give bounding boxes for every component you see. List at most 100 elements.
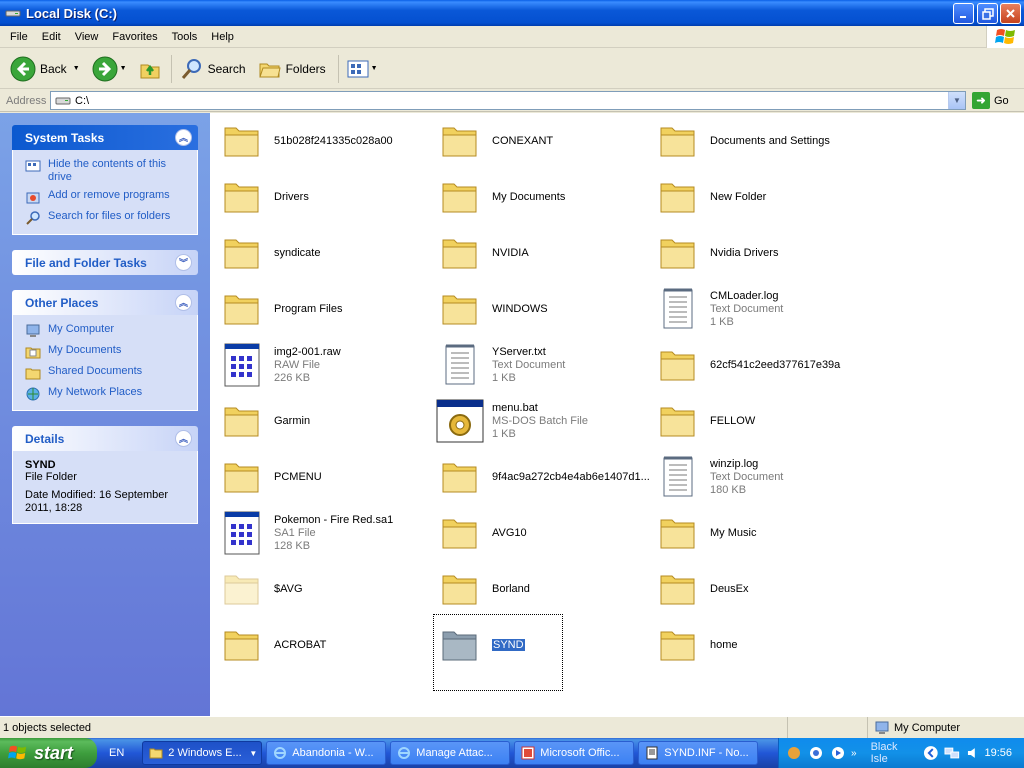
expand-chevron-icon[interactable]: ︾ [175, 254, 192, 271]
back-dropdown-icon[interactable]: ▼ [73, 65, 80, 72]
folder-icon [654, 397, 702, 445]
collapse-chevron-icon[interactable]: ︽ [175, 129, 192, 146]
other-places-header[interactable]: Other Places ︽ [12, 290, 198, 315]
file-item-avg10[interactable]: AVG10 [436, 508, 651, 558]
file-name: menu.bat [492, 401, 538, 414]
file-item-my-music[interactable]: My Music [654, 508, 869, 558]
file-item-garmin[interactable]: Garmin [218, 396, 433, 446]
folder-icon [218, 173, 266, 221]
taskbar-item-manage-attachments[interactable]: Manage Attac... [390, 741, 511, 765]
file-name: syndicate [274, 246, 321, 259]
menu-view[interactable]: View [68, 27, 106, 47]
taskbar-item-notepad[interactable]: SYND.INF - No... [638, 741, 759, 765]
my-network-places-link[interactable]: My Network Places [25, 386, 187, 402]
title-bar[interactable]: Local Disk (C:) [0, 0, 1024, 26]
folder-icon [436, 565, 484, 613]
start-button[interactable]: start [0, 738, 97, 768]
language-indicator[interactable]: EN [109, 747, 124, 759]
file-size: 180 KB [710, 483, 747, 496]
collapse-chevron-icon[interactable]: ︽ [175, 430, 192, 447]
tray-collapse-icon[interactable] [923, 745, 939, 761]
collapse-chevron-icon[interactable]: ︽ [175, 294, 192, 311]
my-documents-link[interactable]: My Documents [25, 344, 187, 360]
clock[interactable]: 19:56 [984, 747, 1012, 759]
search-files-link[interactable]: Search for files or folders [25, 210, 187, 226]
views-button[interactable]: ▼ [343, 52, 386, 86]
details-header[interactable]: Details ︽ [12, 426, 198, 451]
network-icon[interactable] [944, 745, 960, 761]
file-item-program-files[interactable]: Program Files [218, 284, 433, 334]
file-item-avg[interactable]: $AVG [218, 564, 433, 614]
folder-icon [436, 229, 484, 277]
file-info: $AVG [274, 583, 303, 596]
taskbar-item-abandonia[interactable]: Abandonia - W... [266, 741, 387, 765]
file-item-yserver-txt[interactable]: YServer.txt Text Document 1 KB [436, 340, 651, 390]
file-item-nvidia-drivers[interactable]: Nvidia Drivers [654, 228, 869, 278]
hide-drive-contents-link[interactable]: Hide the contents of this drive [25, 158, 187, 184]
quick-launch-app-icon[interactable] [786, 745, 802, 761]
file-item-syndicate[interactable]: syndicate [218, 228, 433, 278]
file-info: DeusEx [710, 583, 749, 596]
file-item-conexant[interactable]: CONEXANT [436, 116, 651, 166]
minimize-icon [959, 15, 966, 18]
back-button[interactable]: Back ▼ [6, 52, 88, 86]
minimize-button[interactable] [953, 3, 974, 24]
file-item-winzip-log[interactable]: winzip.log Text Document 180 KB [654, 452, 869, 502]
taskbar-item-windows-explorer[interactable]: 2 Windows E... ▼ [142, 741, 263, 765]
file-name: AVG10 [492, 526, 527, 539]
file-item-borland[interactable]: Borland [436, 564, 651, 614]
menu-edit[interactable]: Edit [35, 27, 68, 47]
up-folder-button[interactable] [135, 52, 167, 86]
forward-button[interactable]: ▼ [88, 52, 135, 86]
volume-icon[interactable] [966, 745, 982, 761]
file-name: Garmin [274, 414, 311, 427]
shared-documents-link[interactable]: Shared Documents [25, 365, 187, 381]
menu-file[interactable]: File [3, 27, 35, 47]
file-item-menu-bat[interactable]: menu.bat MS-DOS Batch File 1 KB [436, 396, 651, 446]
file-item-62cf541c2eed377617e39a[interactable]: 62cf541c2eed377617e39a [654, 340, 869, 390]
tray-black-isle-label[interactable]: Black Isle [871, 741, 917, 765]
folder-icon [654, 621, 702, 669]
file-folder-tasks-header[interactable]: File and Folder Tasks ︾ [12, 250, 198, 275]
close-button[interactable] [1000, 3, 1021, 24]
batch-file-icon [436, 397, 484, 445]
media-player-icon[interactable] [830, 745, 846, 761]
file-info: Program Files [274, 303, 342, 316]
forward-dropdown-icon[interactable]: ▼ [120, 65, 127, 72]
file-item-home[interactable]: home [654, 620, 869, 670]
file-list[interactable]: 51b028f241335c028a00 CONEXANT Documents … [210, 113, 1024, 716]
file-item-51b028f241335c028a00[interactable]: 51b028f241335c028a00 [218, 116, 433, 166]
file-item-windows[interactable]: WINDOWS [436, 284, 651, 334]
menu-help[interactable]: Help [204, 27, 241, 47]
file-item-nvidia[interactable]: NVIDIA [436, 228, 651, 278]
file-item-pcmenu[interactable]: PCMENU [218, 452, 433, 502]
go-button[interactable]: ➜ Go [972, 92, 1009, 109]
file-item-new-folder[interactable]: New Folder [654, 172, 869, 222]
file-item-9f4ac9a272cb4e4ab6e1407d1[interactable]: 9f4ac9a272cb4e4ab6e1407d1... [436, 452, 651, 502]
file-item-documents-and-settings[interactable]: Documents and Settings [654, 116, 869, 166]
file-item-fellow[interactable]: FELLOW [654, 396, 869, 446]
file-item-drivers[interactable]: Drivers [218, 172, 433, 222]
file-item-my-documents[interactable]: My Documents [436, 172, 651, 222]
address-input[interactable]: C:\ ▼ [50, 91, 966, 110]
quick-launch-more-icon[interactable]: » [851, 748, 857, 759]
address-dropdown-button[interactable]: ▼ [948, 92, 965, 109]
system-tasks-header[interactable]: System Tasks ︽ [12, 125, 198, 150]
file-item-cmloader-log[interactable]: CMLoader.log Text Document 1 KB [654, 284, 869, 334]
restore-button[interactable] [977, 3, 998, 24]
file-item-deusex[interactable]: DeusEx [654, 564, 869, 614]
add-remove-programs-link[interactable]: Add or remove programs [25, 189, 187, 205]
folders-button[interactable]: Folders [254, 52, 334, 86]
folder-icon [218, 285, 266, 333]
taskbar-item-microsoft-office[interactable]: Microsoft Offic... [514, 741, 635, 765]
my-computer-link[interactable]: My Computer [25, 323, 187, 339]
file-item-img2-001-raw[interactable]: img2-001.raw RAW File 226 KB [218, 340, 433, 390]
search-button[interactable]: Search [176, 52, 254, 86]
file-item-acrobat[interactable]: ACROBAT [218, 620, 433, 670]
menu-tools[interactable]: Tools [165, 27, 205, 47]
file-item-pokemon-fire-red-sa1[interactable]: Pokemon - Fire Red.sa1 SA1 File 128 KB [218, 508, 433, 558]
system-tasks-panel: System Tasks ︽ Hide the contents of this… [12, 125, 198, 235]
quick-launch-app-icon[interactable] [808, 745, 824, 761]
views-dropdown-icon[interactable]: ▼ [371, 65, 378, 72]
menu-favorites[interactable]: Favorites [105, 27, 164, 47]
